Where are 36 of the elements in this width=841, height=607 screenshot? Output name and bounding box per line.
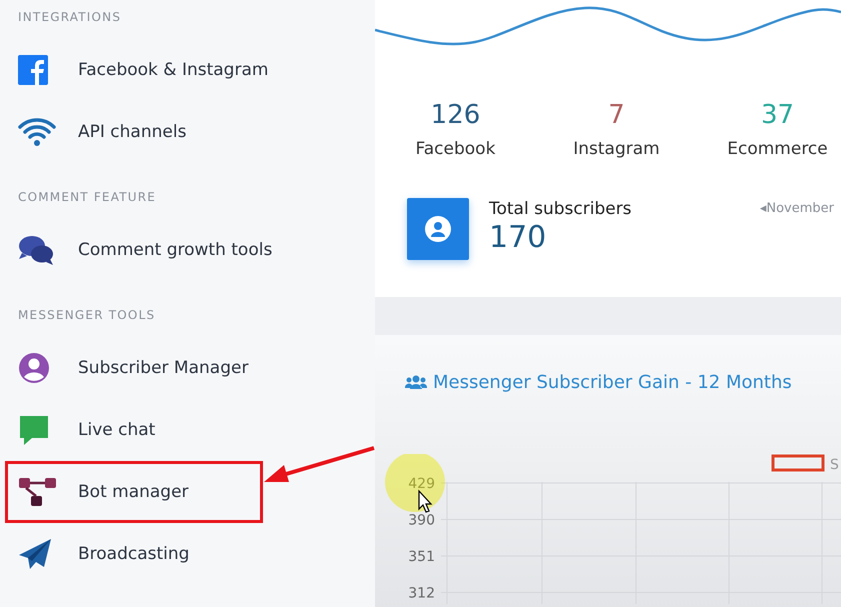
total-label: Total subscribers [489, 198, 632, 220]
menu-item[interactable]: Broadcasting [0, 523, 375, 585]
stat-label: Instagram [573, 138, 660, 160]
axis-label: 390 [408, 512, 435, 528]
section-heading: MESSENGER TOOLS [17, 307, 156, 324]
flowchart-icon [18, 476, 58, 508]
menu-item[interactable]: API channels [0, 101, 375, 163]
menu-item[interactable]: Live chat [0, 399, 375, 461]
user-circle-icon [18, 352, 50, 384]
section-heading: COMMENT FEATURE [17, 189, 158, 206]
stat-label: Facebook [416, 138, 496, 160]
menu-item[interactable]: Facebook & Instagram [0, 39, 375, 101]
wifi-icon [18, 117, 56, 147]
axis-label: 429 [408, 476, 435, 492]
cursor-icon [418, 489, 432, 513]
stat-value: 37 [760, 100, 794, 130]
user-icon [425, 216, 451, 242]
chat-icon [18, 414, 50, 446]
users-icon [405, 374, 427, 390]
legend-swatch [772, 454, 824, 472]
axis-label: 351 [408, 549, 435, 565]
paper-plane-icon [18, 538, 52, 570]
section-heading: INTEGRATIONS [17, 9, 122, 26]
chart-title: Messenger Subscriber Gain - 12 Months [433, 372, 792, 392]
stat-label: Ecommerce [727, 138, 828, 160]
stat-value: 7 [608, 100, 625, 130]
menu-item[interactable]: Bot manager [5, 461, 263, 523]
legend-label: S [830, 457, 839, 473]
facebook-icon [18, 55, 48, 85]
menu-item[interactable]: Comment growth tools [0, 219, 375, 281]
menu-item[interactable]: Subscriber Manager [0, 337, 375, 399]
cursor-highlight [385, 454, 445, 512]
stat-value: 126 [430, 100, 480, 130]
total-value: 170 [489, 220, 548, 256]
chat-bubbles-icon [18, 234, 54, 266]
axis-label: 312 [408, 586, 435, 602]
